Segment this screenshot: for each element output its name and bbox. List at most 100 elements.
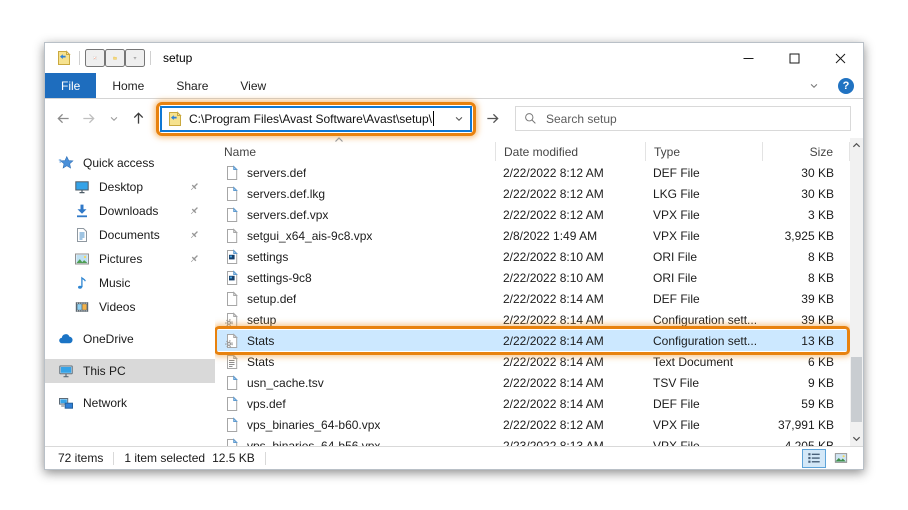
thumbnail-view-button[interactable]: [829, 449, 853, 468]
table-row[interactable]: vps_binaries_64-b60.vpx 2/22/2022 8:12 A…: [215, 414, 850, 435]
address-path[interactable]: C:\Program Files\Avast Software\Avast\se…: [189, 112, 432, 126]
address-dropdown-icon[interactable]: [450, 108, 468, 130]
minimize-button[interactable]: [725, 43, 771, 73]
table-row[interactable]: setup 2/22/2022 8:14 AM Configuration se…: [215, 309, 850, 330]
vertical-scrollbar[interactable]: [850, 138, 863, 446]
table-row[interactable]: setup.def 2/22/2022 8:14 AM DEF File 39 …: [215, 288, 850, 309]
column-header-date-modified[interactable]: Date modified: [495, 142, 645, 161]
file-plain-icon: [224, 291, 240, 307]
file-type: VPX File: [645, 439, 762, 447]
selection-size: 12.5 KB: [212, 451, 255, 465]
scroll-down-icon[interactable]: [850, 431, 863, 446]
file-name-cell: settings-9c8: [215, 270, 495, 286]
file-name: Stats: [247, 334, 274, 348]
sidebar-item-pictures[interactable]: Pictures: [45, 247, 215, 271]
table-row[interactable]: usn_cache.tsv 2/22/2022 8:14 AM TSV File…: [215, 372, 850, 393]
table-row[interactable]: Stats 2/22/2022 8:14 AM Text Document 6 …: [215, 351, 850, 372]
table-row[interactable]: settings 2/22/2022 8:10 AM ORI File 8 KB: [215, 246, 850, 267]
sidebar-item-desktop[interactable]: Desktop: [45, 175, 215, 199]
tab-share[interactable]: Share: [160, 73, 224, 98]
content-area: Quick access Desktop Downloads Documents…: [45, 138, 863, 446]
file-date-modified: 2/22/2022 8:14 AM: [495, 355, 645, 369]
file-date-modified: 2/22/2022 8:12 AM: [495, 418, 645, 432]
table-row[interactable]: settings-9c8 2/22/2022 8:10 AM ORI File …: [215, 267, 850, 288]
forward-button[interactable]: [76, 106, 101, 132]
table-row[interactable]: vps.def 2/22/2022 8:14 AM DEF File 59 KB: [215, 393, 850, 414]
help-icon[interactable]: ?: [838, 78, 854, 94]
this-pc-icon: [58, 363, 74, 379]
sidebar-item-label: OneDrive: [83, 332, 134, 346]
file-size: 9 KB: [762, 376, 850, 390]
table-row[interactable]: setgui_x64_ais-9c8.vpx 2/8/2022 1:49 AM …: [215, 225, 850, 246]
address-bar[interactable]: C:\Program Files\Avast Software\Avast\se…: [160, 106, 472, 132]
file-date-modified: 2/22/2022 8:12 AM: [495, 208, 645, 222]
sidebar-item-documents[interactable]: Documents: [45, 223, 215, 247]
search-input[interactable]: [546, 112, 842, 126]
file-type: Configuration sett...: [645, 313, 762, 327]
up-button[interactable]: [126, 106, 151, 132]
sidebar-item-network[interactable]: Network: [45, 391, 215, 415]
file-text-icon: [224, 354, 240, 370]
file-name: setup: [247, 313, 276, 327]
file-size: 3 KB: [762, 208, 850, 222]
sidebar-item-label: Documents: [99, 228, 160, 242]
file-type: Text Document: [645, 355, 762, 369]
file-size: 3,925 KB: [762, 229, 850, 243]
maximize-button[interactable]: [771, 43, 817, 73]
file-type: VPX File: [645, 418, 762, 432]
file-icon: [224, 417, 240, 433]
file-name: servers.def.lkg: [247, 187, 325, 201]
go-to-button[interactable]: [479, 106, 506, 132]
qat-dropdown-icon[interactable]: [125, 49, 145, 67]
sort-ascending-icon[interactable]: [333, 135, 345, 145]
file-size: 30 KB: [762, 166, 850, 180]
search-box[interactable]: [515, 106, 851, 131]
file-icon: [224, 375, 240, 391]
file-name-cell: vps_binaries_64-b56.vpx: [215, 438, 495, 447]
sidebar-item-onedrive[interactable]: OneDrive: [45, 327, 215, 351]
new-folder-qat-button[interactable]: [105, 49, 125, 67]
file-icon: [224, 165, 240, 181]
sidebar-item-music[interactable]: Music: [45, 271, 215, 295]
details-view-button[interactable]: [802, 449, 826, 468]
column-headers: Name Date modified Type Size: [215, 138, 850, 162]
window-controls: [725, 43, 863, 73]
table-row[interactable]: servers.def.vpx 2/22/2022 8:12 AM VPX Fi…: [215, 204, 850, 225]
sidebar-item-label: Pictures: [99, 252, 142, 266]
column-header-name[interactable]: Name: [215, 142, 495, 161]
tab-view[interactable]: View: [224, 73, 282, 98]
column-header-type[interactable]: Type: [645, 142, 762, 161]
column-header-size[interactable]: Size: [762, 142, 850, 161]
file-name-cell: setup.def: [215, 291, 495, 307]
file-type: ORI File: [645, 250, 762, 264]
status-bar: 72 items 1 item selected 12.5 KB: [45, 446, 863, 469]
sidebar-item-quick-access[interactable]: Quick access: [45, 151, 215, 175]
back-button[interactable]: [51, 106, 76, 132]
file-name: vps_binaries_64-b56.vpx: [247, 439, 380, 447]
ribbon-tabbar: File Home Share View ?: [45, 73, 863, 99]
table-row[interactable]: vps_binaries_64-b56.vpx 2/23/2022 8:13 A…: [215, 435, 850, 446]
tab-file[interactable]: File: [45, 73, 96, 98]
sidebar-item-downloads[interactable]: Downloads: [45, 199, 215, 223]
selection-status: 1 item selected: [124, 451, 205, 465]
file-date-modified: 2/22/2022 8:12 AM: [495, 187, 645, 201]
table-row[interactable]: servers.def 2/22/2022 8:12 AM DEF File 3…: [215, 162, 850, 183]
expand-ribbon-icon[interactable]: [801, 73, 826, 99]
file-media-icon: [224, 270, 240, 286]
videos-icon: [74, 299, 90, 315]
scrollbar-thumb[interactable]: [851, 357, 862, 422]
address-bar-callout: C:\Program Files\Avast Software\Avast\se…: [156, 102, 476, 136]
file-date-modified: 2/22/2022 8:10 AM: [495, 271, 645, 285]
tab-home[interactable]: Home: [96, 73, 160, 98]
table-row[interactable]: Stats 2/22/2022 8:14 AM Configuration se…: [215, 330, 850, 351]
sidebar-item-this-pc[interactable]: This PC: [45, 359, 215, 383]
close-button[interactable]: [817, 43, 863, 73]
scroll-up-icon[interactable]: [850, 138, 863, 153]
sidebar-item-videos[interactable]: Videos: [45, 295, 215, 319]
folder-icon: [167, 111, 183, 127]
table-row[interactable]: servers.def.lkg 2/22/2022 8:12 AM LKG Fi…: [215, 183, 850, 204]
sidebar-item-label: Quick access: [83, 156, 154, 170]
recent-locations-icon[interactable]: [101, 106, 126, 132]
titlebar-separator: [79, 51, 80, 65]
properties-qat-button[interactable]: [85, 49, 105, 67]
